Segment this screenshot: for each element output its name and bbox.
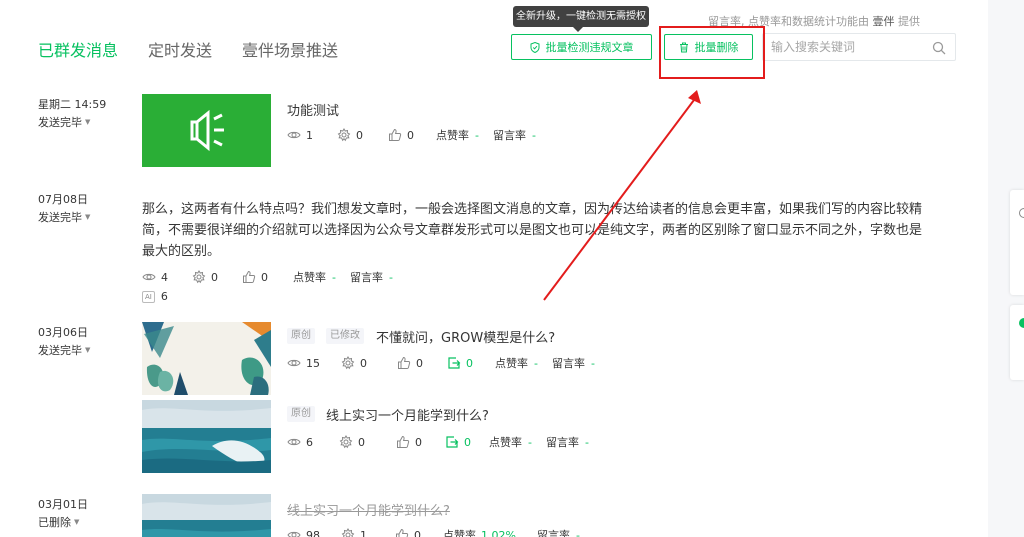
gear-icon [192, 270, 206, 284]
article-title[interactable]: 线上实习一个月能学到什么? [326, 405, 489, 424]
modified-tag: 已修改 [326, 328, 364, 344]
like-rate: 点赞率 - [489, 435, 532, 450]
batch-check-button[interactable]: 批量检测违规文章 [511, 34, 652, 60]
shield-icon [530, 41, 539, 53]
main-panel: 已群发消息 定时发送 壹伴场景推送 留言率, 点赞率和数据统计功能由 壹伴 提供… [0, 0, 988, 537]
share-count: 1 [341, 528, 395, 537]
item-date: 03月06日 [38, 326, 88, 339]
read-count: 4 [142, 270, 192, 284]
item-status[interactable]: 发送完毕 ▼ [38, 342, 90, 358]
article-cover[interactable] [142, 94, 271, 167]
caret-down-icon: ▼ [74, 518, 80, 526]
thumbs-up-icon [389, 128, 402, 141]
item-date: 07月08日 [38, 193, 88, 206]
search-input[interactable] [771, 40, 931, 54]
like-rate: 点赞率 - [495, 356, 538, 371]
forward-count: 0 [447, 356, 495, 370]
share-count: 0 [341, 356, 397, 370]
like-rate: 点赞率 - [293, 270, 336, 285]
side-indicator-icon [1019, 208, 1024, 218]
read-count: 1 [287, 128, 337, 142]
article-stats: 4 0 0 点赞率 - 留言率 - [142, 269, 393, 285]
tab-scheduled[interactable]: 定时发送 [148, 37, 212, 61]
side-panel-tab[interactable] [1010, 305, 1024, 380]
ocean-wave-image [142, 494, 271, 537]
tab-sent-messages[interactable]: 已群发消息 [38, 37, 118, 61]
thumbs-up-icon [396, 528, 409, 537]
item-status[interactable]: 发送完毕 ▼ [38, 114, 90, 130]
like-count: 0 [396, 435, 445, 449]
original-tag: 原创 [287, 328, 315, 344]
article-title: 线上实习一个月能学到什么? [287, 504, 450, 519]
item-status[interactable]: 发送完毕 ▼ [38, 209, 90, 225]
comment-rate: 留言率 - [546, 435, 589, 450]
eye-icon [287, 438, 301, 446]
item-date: 03月01日 [38, 498, 88, 511]
tab-bar: 已群发消息 定时发送 壹伴场景推送 [38, 37, 338, 61]
comment-rate: 留言率 - [552, 356, 595, 371]
article-stats: 1 0 0 点赞率 - 留言率 - [287, 127, 536, 143]
read-count: 98 [287, 528, 341, 537]
gear-icon [339, 435, 353, 449]
eye-icon [142, 273, 156, 281]
caret-down-icon: ▼ [85, 346, 91, 354]
forward-icon [446, 436, 459, 448]
eye-icon [287, 131, 301, 139]
tab-yiban-push[interactable]: 壹伴场景推送 [242, 37, 338, 61]
caret-down-icon: ▼ [85, 213, 91, 221]
item-status[interactable]: 已删除 ▼ [38, 514, 79, 530]
original-tag: 原创 [287, 406, 315, 422]
speaker-icon [190, 109, 224, 152]
forward-icon [448, 357, 461, 369]
share-count: 0 [192, 270, 242, 284]
article-cover[interactable] [142, 400, 271, 473]
side-indicator-icon [1019, 318, 1024, 328]
ai-icon: AI [142, 290, 155, 303]
thumbs-up-icon [243, 270, 256, 283]
article-stats: 15 0 0 0 点赞率 - 留言率 - [287, 355, 595, 371]
side-panel-tab[interactable] [1010, 190, 1024, 295]
article-title[interactable]: 功能测试 [287, 100, 339, 119]
read-count: 6 [287, 435, 339, 449]
ai-count: AI 6 [142, 290, 168, 303]
thumbs-up-icon [398, 356, 411, 369]
provider-brand-link[interactable]: 壹伴 [873, 15, 895, 28]
article-title[interactable]: 不懂就问，GROW模型是什么? [376, 327, 555, 346]
like-count: 0 [242, 270, 293, 284]
search-box [762, 33, 956, 61]
highlight-box [659, 26, 765, 79]
forward-count: 0 [445, 435, 489, 449]
thumbs-up-icon [397, 435, 410, 448]
comment-rate: 留言率 - [537, 528, 580, 537]
share-count: 0 [339, 435, 396, 449]
eye-icon [287, 531, 301, 537]
like-rate: 点赞率 1.02% [443, 528, 516, 537]
search-icon[interactable] [932, 41, 946, 55]
like-count: 0 [395, 528, 443, 537]
ocean-wave-image [142, 400, 271, 473]
article-cover[interactable] [142, 322, 271, 395]
text-message[interactable]: 那么，这两者有什么特点吗？我们想发文章时，一般会选择图文消息的文章，因为传达给读… [142, 199, 922, 262]
comment-rate: 留言率 - [493, 128, 536, 143]
item-date: 星期二 14:59 [38, 98, 107, 111]
caret-down-icon: ▼ [85, 118, 91, 126]
gear-icon [337, 128, 351, 142]
article-cover[interactable] [142, 494, 271, 537]
upgrade-tooltip: 全新升级，一键检测无需授权 [513, 6, 649, 32]
leaf-pattern-image [142, 322, 271, 395]
read-count: 15 [287, 356, 341, 370]
like-count: 0 [388, 128, 436, 142]
share-count: 0 [337, 128, 388, 142]
gear-icon [341, 528, 355, 537]
like-rate: 点赞率 - [436, 128, 479, 143]
article-stats: 98 1 0 点赞率 1.02% 留言率 - [287, 527, 580, 537]
gear-icon [341, 356, 355, 370]
comment-rate: 留言率 - [350, 270, 393, 285]
article-stats: 6 0 0 0 点赞率 - 留言率 - [287, 434, 589, 450]
eye-icon [287, 359, 301, 367]
like-count: 0 [397, 356, 447, 370]
